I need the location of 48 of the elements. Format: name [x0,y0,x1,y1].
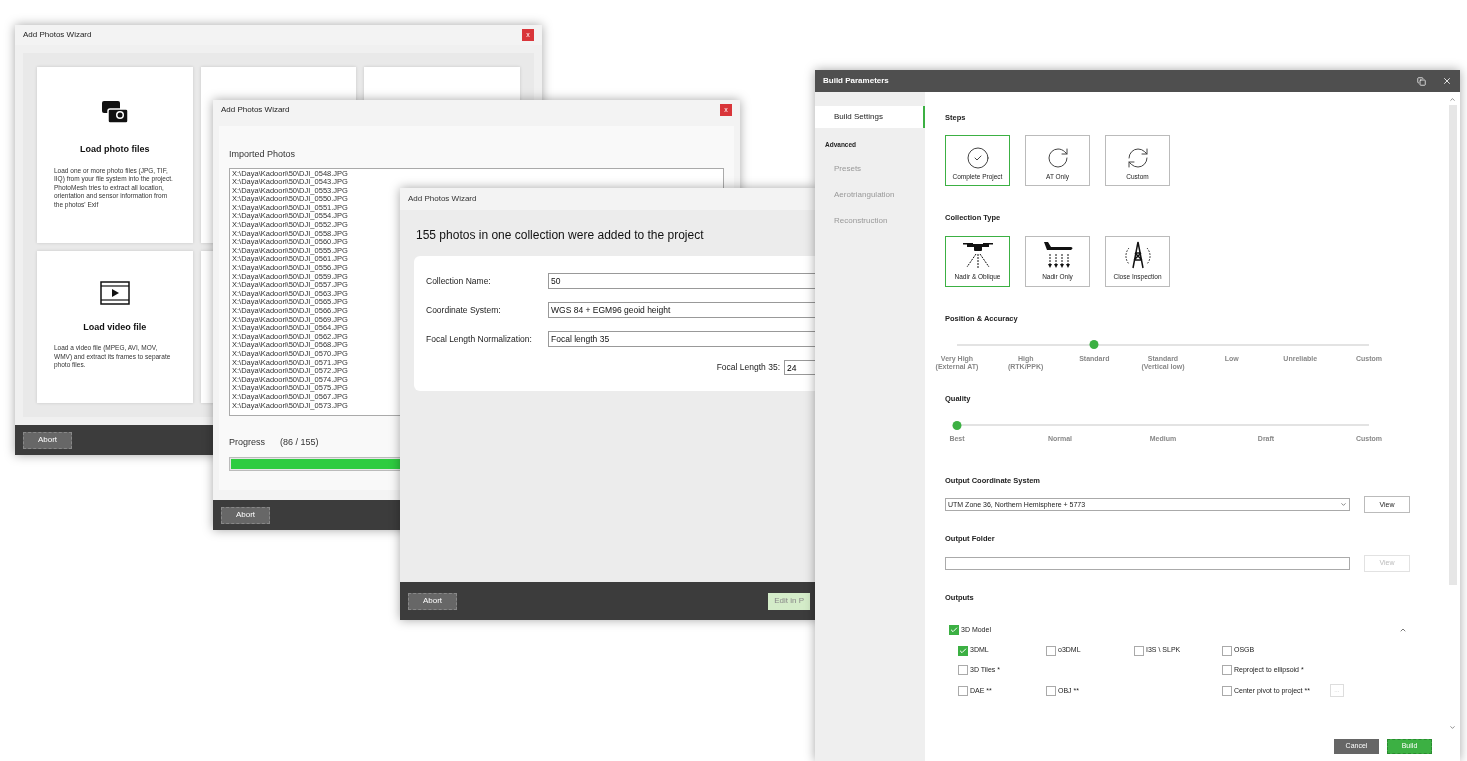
checkbox[interactable] [958,665,968,675]
checkbox[interactable] [958,645,968,656]
close-icon[interactable] [1442,76,1452,86]
sidebar-item[interactable]: Build Settings [815,106,925,128]
collapse-caret-icon[interactable] [1399,626,1407,634]
slider-thumb[interactable] [1089,340,1099,350]
checkbox[interactable] [1222,645,1232,656]
field-label: Coordinate System: [426,303,502,317]
check-icon [950,626,958,634]
check-circle-icon [965,145,990,170]
text-field[interactable]: Focal length 35 [548,331,818,347]
progress-count: (86 / 155) [280,435,319,449]
scroll-up-icon[interactable] [1449,96,1456,103]
checkbox[interactable] [1222,685,1232,696]
window-title: Add Photos Wizard [23,29,92,41]
abort-button[interactable]: Abort [408,592,457,610]
output-folder-field[interactable] [945,556,1350,570]
scrollbar[interactable] [1448,96,1457,731]
rotate-arrow-icon [1045,145,1070,170]
abort-button[interactable]: Abort [221,506,270,524]
abort-button[interactable]: Abort [23,431,72,449]
checkbox[interactable] [958,685,968,696]
circular-arrows-icon [1125,145,1150,170]
text-field[interactable]: WGS 84 + EGM96 geoid height [548,302,818,318]
list-title: Imported Photos [229,148,297,161]
field-label: Collection Name: [426,274,492,288]
restore-icon[interactable] [1417,76,1426,86]
checkbox[interactable] [949,625,959,635]
focal-length-field[interactable]: 24 [784,360,818,375]
checkbox[interactable] [1222,665,1232,675]
dropdown-caret-icon [1340,501,1347,509]
progress-label: Progress [229,435,265,449]
checkbox[interactable] [1046,685,1056,696]
card-heading: Load photo files [80,143,150,156]
field-label: Focal Length 35: [716,361,780,374]
film-play-icon [99,280,130,305]
field-label: Focal Length Normalization: [426,332,533,346]
check-icon [959,646,967,655]
checkbox[interactable] [1134,645,1144,656]
scroll-down-icon[interactable] [1449,724,1456,731]
slider-thumb[interactable] [952,420,962,430]
window-title: Add Photos Wizard [408,193,477,205]
window-title: Add Photos Wizard [221,104,290,116]
card-heading: Load video file [83,320,147,334]
result-heading: 155 photos in one collection were added to the project [416,227,705,244]
text-field[interactable]: 50 [548,273,818,289]
checkbox[interactable] [1046,645,1056,656]
window-title: Build Parameters [823,75,889,87]
